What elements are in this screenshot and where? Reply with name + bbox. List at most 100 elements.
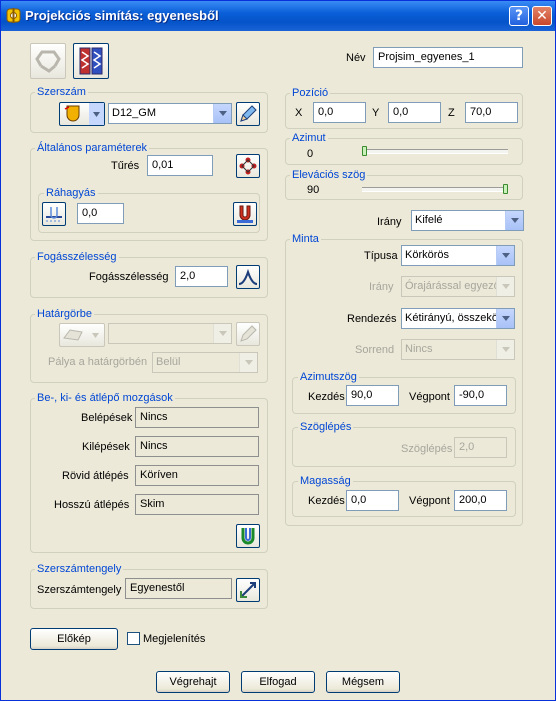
edit-tool-button[interactable] <box>236 102 260 126</box>
boundary-legend: Határgörbe <box>35 308 95 320</box>
angular-step-label: Szöglépés <box>401 443 453 455</box>
elevation-value: 90 <box>307 184 320 196</box>
short-link-value: Köríven <box>135 465 259 486</box>
display-checkbox[interactable] <box>127 632 140 645</box>
chevron-down-icon <box>496 246 514 265</box>
azimuth-end-input[interactable]: -90,0 <box>454 385 507 406</box>
azimuth-start-input[interactable]: 90,0 <box>346 385 399 406</box>
leads-links-button[interactable] <box>236 524 260 548</box>
boundary-type-selector[interactable] <box>59 323 105 347</box>
points-icon <box>237 155 259 177</box>
stepover-input[interactable]: 2,0 <box>175 266 228 287</box>
stepover-cusp-button[interactable] <box>236 265 260 289</box>
direction-label: Irány <box>377 216 402 228</box>
leads-legend: Be-, ki- és átlépő mozgások <box>35 392 175 404</box>
app-icon <box>6 8 21 23</box>
toolaxis-legend: Szerszámtengely <box>35 563 124 575</box>
accept-button[interactable]: Elfogad <box>241 671 315 693</box>
height-start-label: Kezdés <box>308 495 345 507</box>
azimuth-end-label: Végpont <box>409 391 450 403</box>
chevron-down-icon <box>213 104 231 123</box>
component-allowance-button[interactable] <box>233 202 257 226</box>
help-button[interactable]: ? <box>509 6 529 26</box>
pattern-seq-label: Sorrend <box>355 344 395 356</box>
stepover-label: Fogásszélesség <box>89 271 169 283</box>
display-label: Megjelenítés <box>143 633 206 645</box>
toolaxis-edit-button[interactable] <box>236 578 260 602</box>
allowance-group <box>38 193 260 233</box>
allowance-type-button[interactable] <box>42 202 66 226</box>
pattern-type-select[interactable]: Körkörös <box>401 245 515 266</box>
long-link-value: Skim <box>135 494 259 515</box>
height-end-input[interactable]: 200,0 <box>454 490 507 511</box>
azimuth-legend: Azimut <box>290 132 328 144</box>
pattern-order-label: Rendezés <box>347 313 397 325</box>
lead-out-value: Nincs <box>135 436 259 457</box>
boundary-icon <box>60 324 104 346</box>
direction-select[interactable]: Kifelé <box>411 210 524 231</box>
toolaxis-icon <box>237 579 259 601</box>
x-label: X <box>295 107 303 119</box>
tool-select-value: D12_GM <box>112 107 157 119</box>
chevron-down-icon <box>239 353 257 372</box>
azimuth-start-label: Kezdés <box>308 391 345 403</box>
toolpath-icon <box>74 44 108 78</box>
pattern-seq-select[interactable]: Nincs <box>401 339 515 360</box>
lead-in-label: Belépések <box>81 412 133 424</box>
height-start-input[interactable]: 0,0 <box>346 490 399 511</box>
name-input[interactable]: Projsim_egyenes_1 <box>373 47 523 68</box>
tolerance-points-button[interactable] <box>236 154 260 178</box>
allowance-legend: Ráhagyás <box>44 187 98 199</box>
angular-step-input[interactable]: 2,0 <box>454 437 507 458</box>
y-label: Y <box>372 107 380 119</box>
cancel-button[interactable]: Mégsem <box>326 671 400 693</box>
allowance-icon <box>43 203 65 225</box>
long-link-label: Hosszú átlépés <box>54 499 130 511</box>
pattern-dir-value: Órajárással egyező <box>405 280 500 292</box>
tolerance-input[interactable]: 0,01 <box>147 155 213 176</box>
window-title: Projekciós simítás: egyenesből <box>25 8 219 23</box>
x-input[interactable]: 0,0 <box>313 102 366 123</box>
height-end-label: Végpont <box>409 495 450 507</box>
elevation-slider-thumb[interactable] <box>503 184 508 194</box>
recycle-icon <box>31 44 65 78</box>
close-button[interactable]: ✕ <box>532 6 552 26</box>
boundary-path-label: Pálya a határgörbén <box>48 356 148 368</box>
recycle-button[interactable] <box>30 43 66 79</box>
name-label: Név <box>346 52 366 64</box>
pattern-seq-value: Nincs <box>405 343 433 355</box>
allowance-input[interactable]: 0,0 <box>77 203 124 224</box>
boundary-select[interactable] <box>108 323 232 344</box>
azimuth-slider-thumb[interactable] <box>362 146 367 156</box>
chevron-down-icon <box>496 277 514 296</box>
azimuth-value: 0 <box>307 148 314 160</box>
y-input[interactable]: 0,0 <box>388 102 441 123</box>
ball-nose-tool-icon <box>60 103 104 125</box>
recalculate-button[interactable]: Végrehajt <box>156 671 230 693</box>
z-input[interactable]: 70,0 <box>465 102 518 123</box>
tolerance-label: Tűrés <box>111 160 140 172</box>
boundary-path-select[interactable]: Belül <box>152 352 258 373</box>
pattern-order-select[interactable]: Kétirányú, összekö <box>401 308 515 329</box>
z-label: Z <box>448 107 455 119</box>
dialog-window: Projekciós simítás: egyenesből ? ✕ Név P… <box>0 0 556 701</box>
title-bar[interactable]: Projekciós simítás: egyenesből ? ✕ <box>1 1 555 31</box>
chevron-down-icon <box>496 309 514 328</box>
elevation-slider-track[interactable] <box>362 187 508 192</box>
tool-type-selector[interactable] <box>59 102 105 126</box>
azimuth-angle-legend: Azimutszög <box>298 371 359 383</box>
pattern-dir-label: Irány <box>369 281 394 293</box>
preview-button[interactable]: Előkép <box>30 628 118 650</box>
tool-legend: Szerszám <box>35 86 88 98</box>
azimuth-slider-track[interactable] <box>362 149 508 154</box>
elevation-legend: Elevációs szög <box>290 169 368 181</box>
open-toolpath-button[interactable] <box>73 43 109 79</box>
pencil-icon <box>237 323 259 345</box>
angular-step-legend: Szöglépés <box>298 421 354 433</box>
edit-boundary-button[interactable] <box>236 322 260 346</box>
chevron-down-icon <box>496 340 514 359</box>
pattern-dir-select[interactable]: Órajárással egyező <box>401 276 515 297</box>
tool-select[interactable]: D12_GM <box>108 103 232 124</box>
cusp-icon <box>237 266 259 288</box>
general-legend: Általános paraméterek <box>35 142 150 154</box>
